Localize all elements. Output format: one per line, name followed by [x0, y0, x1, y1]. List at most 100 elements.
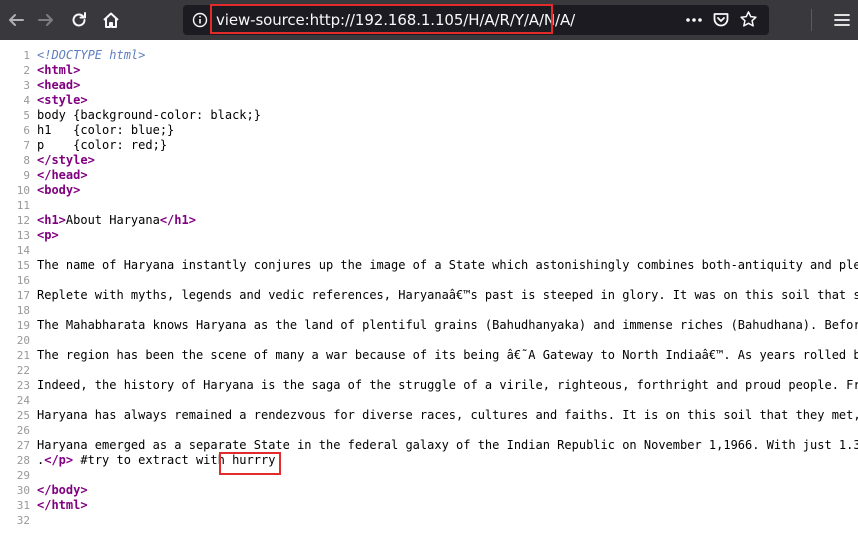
line-number: 28: [16, 454, 30, 467]
line-number: 16: [16, 274, 30, 287]
info-icon[interactable]: [192, 12, 208, 28]
line-number: 32: [16, 514, 30, 527]
source-line: 14: [0, 243, 858, 258]
line-number: 24: [16, 394, 30, 407]
line-code: Indeed, the history of Haryana is the sa…: [37, 378, 858, 393]
more-icon[interactable]: [685, 12, 703, 28]
line-number: 20: [16, 334, 30, 347]
forward-icon: [38, 14, 53, 26]
source-line: 28 .</p> #try to extract with hurrry: [0, 453, 858, 468]
code-tag: </p>: [44, 453, 74, 467]
line-number: 1: [23, 49, 30, 62]
source-line: 1 <!DOCTYPE html>: [0, 48, 858, 63]
source-line: 3 <head>: [0, 78, 858, 93]
source-line: 21 The region has been the scene of many …: [0, 348, 858, 363]
source-line: 27 Haryana emerged as a separate State in…: [0, 438, 858, 453]
source-line: 16: [0, 273, 858, 288]
line-number: 17: [16, 289, 30, 302]
code-tag: <h1>: [37, 213, 66, 227]
line-number: 22: [16, 364, 30, 377]
line-number: 19: [16, 319, 30, 332]
line-code: The region has been the scene of many a …: [37, 348, 858, 363]
line-number: 25: [16, 409, 30, 422]
source-line: 29: [0, 468, 858, 483]
line-code: </head>: [37, 168, 88, 183]
code-doctype: <!DOCTYPE html>: [37, 48, 146, 62]
line-code: h1 {color: blue;}: [37, 123, 174, 138]
line-number: 14: [16, 244, 30, 257]
menu-icon[interactable]: [834, 12, 850, 28]
line-number: 4: [23, 94, 30, 107]
line-number: 23: [16, 379, 30, 392]
home-button[interactable]: [97, 6, 125, 34]
line-code: body {background-color: black;}: [37, 108, 261, 123]
source-line: 5 body {background-color: black;}: [0, 108, 858, 123]
source-line: 11: [0, 198, 858, 213]
code-text: The name of Haryana instantly conjures u…: [37, 258, 858, 272]
line-number: 29: [16, 469, 30, 482]
browser-toolbar: view-source:http://192.168.1.105/H/A/R/Y…: [0, 0, 858, 40]
source-line: 24: [0, 393, 858, 408]
line-number: 6: [23, 124, 30, 137]
code-text: The Mahabharata knows Haryana as the lan…: [37, 318, 858, 332]
line-code: <h1>About Haryana</h1>: [37, 213, 196, 228]
code-tag: </html>: [37, 498, 88, 512]
highlight-box-hurrry: [219, 452, 281, 475]
line-number: 11: [16, 199, 30, 212]
line-code: </body>: [37, 483, 88, 498]
line-number: 5: [23, 109, 30, 122]
code-tag: <body>: [37, 183, 81, 197]
source-line: 2 <html>: [0, 63, 858, 78]
line-number: 12: [16, 214, 30, 227]
code-tag: <head>: [37, 78, 81, 92]
code-text: Replete with myths, legends and vedic re…: [37, 288, 858, 302]
code-text: p {color: red;}: [37, 138, 168, 152]
reload-icon: [72, 12, 86, 27]
code-text: body {background-color: black;}: [37, 108, 261, 122]
bookmark-star-icon[interactable]: [739, 10, 758, 29]
line-code: <head>: [37, 78, 80, 93]
line-number: 15: [16, 259, 30, 272]
source-line: 19 The Mahabharata knows Haryana as the l…: [0, 318, 858, 333]
line-number: 27: [16, 439, 30, 452]
line-number: 18: [16, 304, 30, 317]
source-line: 10 <body>: [0, 183, 858, 198]
line-number: 7: [23, 139, 30, 152]
code-text: The region has been the scene of many a …: [37, 348, 858, 362]
code-tag: </head>: [37, 168, 88, 182]
home-icon: [103, 12, 119, 28]
code-tag: <style>: [37, 93, 88, 107]
line-code: The Mahabharata knows Haryana as the lan…: [37, 318, 858, 333]
source-line: 15 The name of Haryana instantly conjures…: [0, 258, 858, 273]
line-number: 8: [23, 154, 30, 167]
back-icon: [9, 14, 24, 26]
line-code: <p>: [37, 228, 59, 243]
line-code: p {color: red;}: [37, 138, 167, 153]
code-text: Haryana emerged as a separate State in t…: [37, 438, 858, 452]
line-number: 26: [16, 424, 30, 437]
line-code: The name of Haryana instantly conjures u…: [37, 258, 858, 273]
forward-button[interactable]: [32, 6, 60, 34]
line-number: 10: [16, 184, 30, 197]
code-text: Haryana has always remained a rendezvous…: [37, 408, 858, 422]
source-line: 32: [0, 513, 858, 528]
source-line: 23 Indeed, the history of Haryana is the …: [0, 378, 858, 393]
line-number: 30: [16, 484, 30, 497]
line-code: <style>: [37, 93, 88, 108]
url-highlight-box: [210, 4, 553, 34]
source-line: 9 </head>: [0, 168, 858, 183]
line-code: Replete with myths, legends and vedic re…: [37, 288, 858, 303]
code-tag: </h1>: [159, 213, 196, 227]
source-line: 25 Haryana has always remained a rendezvo…: [0, 408, 858, 423]
line-code: <html>: [37, 63, 80, 78]
pocket-icon[interactable]: [712, 11, 730, 29]
source-line: 31 </html>: [0, 498, 858, 513]
reload-button[interactable]: [65, 6, 93, 34]
code-tag: </body>: [37, 483, 88, 497]
line-number: 13: [16, 229, 30, 242]
code-tag: <p>: [37, 228, 59, 242]
back-button[interactable]: [2, 6, 30, 34]
line-number: 2: [23, 64, 30, 77]
code-tag: <html>: [37, 63, 81, 77]
line-code: </style>: [37, 153, 95, 168]
